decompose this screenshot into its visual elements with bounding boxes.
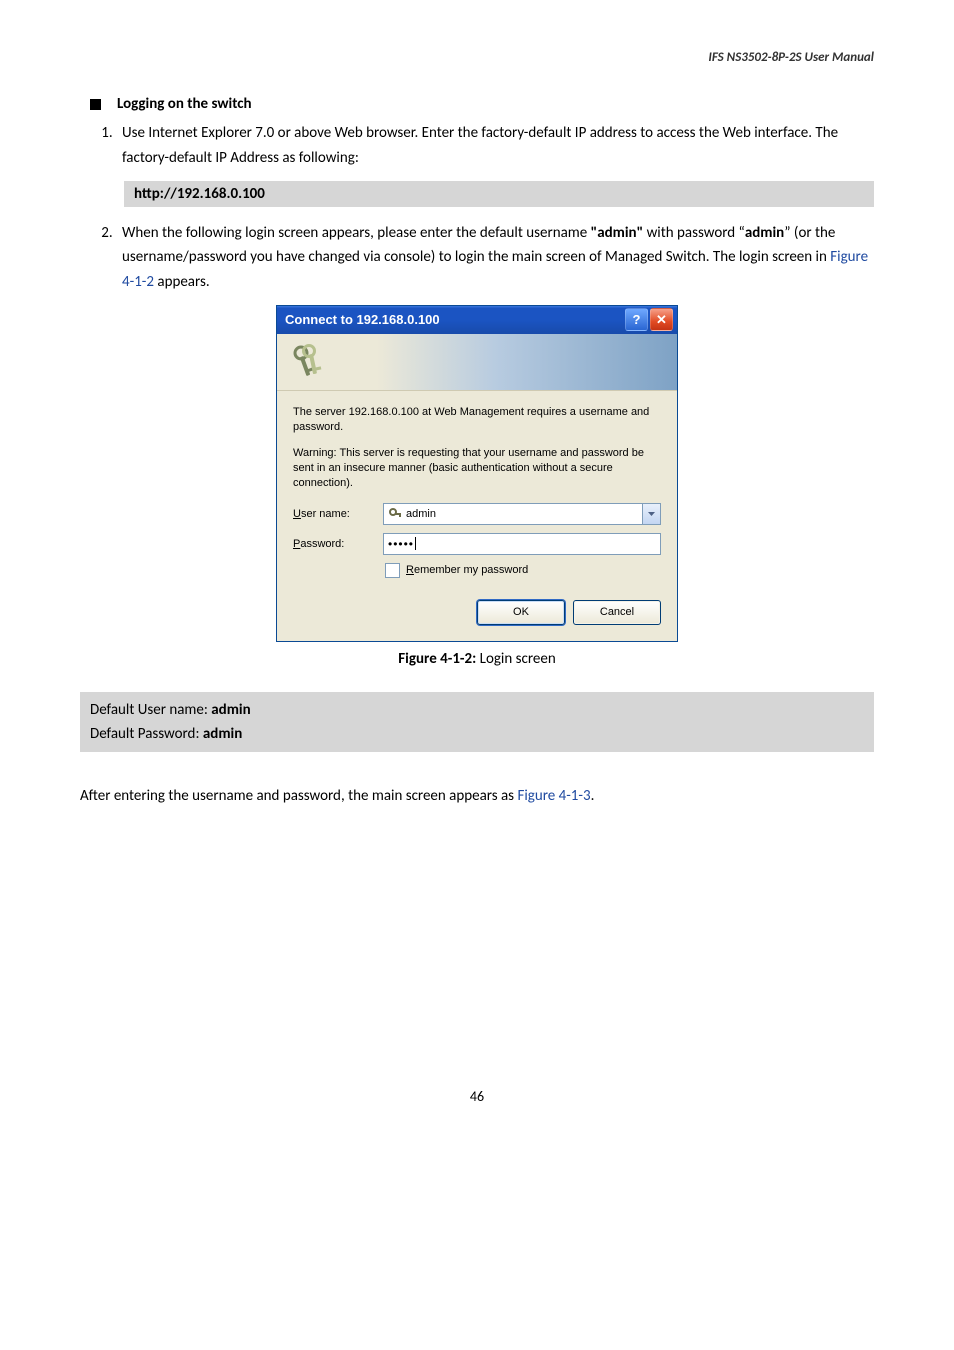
ok-button[interactable]: OK [477, 600, 565, 625]
dialog-title: Connect to 192.168.0.100 [285, 312, 440, 327]
caption-text: Login screen [476, 650, 555, 668]
default-username-line: Default User name: admin [90, 698, 864, 722]
figure-ref-4-1-3: Figure 4-1-3 [517, 787, 590, 805]
keys-icon [287, 342, 327, 382]
remember-label: Remember my password [406, 564, 528, 576]
password-input[interactable]: ••••• [383, 533, 661, 555]
page-header: IFS NS3502-8P-2S User Manual [80, 50, 874, 65]
text-caret [415, 537, 416, 550]
chevron-down-icon [648, 512, 655, 516]
username-label: User name: [293, 508, 383, 520]
cancel-button[interactable]: Cancel [573, 600, 661, 625]
caption-label: Figure 4-1-2: [398, 650, 476, 668]
step-2-admin-1: "admin" [591, 224, 644, 242]
password-label: Password: [293, 538, 383, 550]
dialog-paragraph-1: The server 192.168.0.100 at Web Manageme… [293, 405, 661, 435]
password-dots: ••••• [388, 537, 414, 551]
help-button[interactable]: ? [625, 308, 648, 331]
step-2-text-d: appears. [154, 273, 210, 291]
dialog-body: The server 192.168.0.100 at Web Manageme… [277, 390, 677, 641]
login-dialog: Connect to 192.168.0.100 ? ✕ The server [276, 305, 678, 642]
step-1: Use Internet Explorer 7.0 or above Web b… [116, 121, 874, 171]
dialog-titlebar: Connect to 192.168.0.100 ? ✕ [277, 306, 677, 334]
defaults-box: Default User name: admin Default Passwor… [80, 692, 874, 752]
section-heading: Logging on the switch [117, 95, 252, 113]
key-icon [388, 507, 402, 521]
section-heading-row: Logging on the switch [80, 95, 874, 113]
remember-checkbox[interactable] [385, 563, 400, 578]
step-2-text-a: When the following login screen appears,… [122, 224, 591, 242]
step-2-text-b: with password “ [643, 224, 745, 242]
dialog-banner [277, 334, 677, 390]
figure-caption: Figure 4-1-2: Login screen [80, 650, 874, 668]
username-value: admin [406, 508, 642, 520]
close-button[interactable]: ✕ [650, 308, 673, 331]
url-code-bar: http://192.168.0.100 [124, 181, 874, 207]
page-number: 46 [80, 1088, 874, 1105]
username-dropdown-button[interactable] [642, 504, 660, 524]
after-paragraph: After entering the username and password… [80, 784, 874, 808]
default-password-line: Default Password: admin [90, 722, 864, 746]
step-2-admin-2: admin [745, 224, 784, 242]
square-bullet-icon [90, 99, 101, 110]
step-2: When the following login screen appears,… [116, 221, 874, 295]
dialog-paragraph-2: Warning: This server is requesting that … [293, 446, 661, 491]
username-combobox[interactable]: admin [383, 503, 661, 525]
